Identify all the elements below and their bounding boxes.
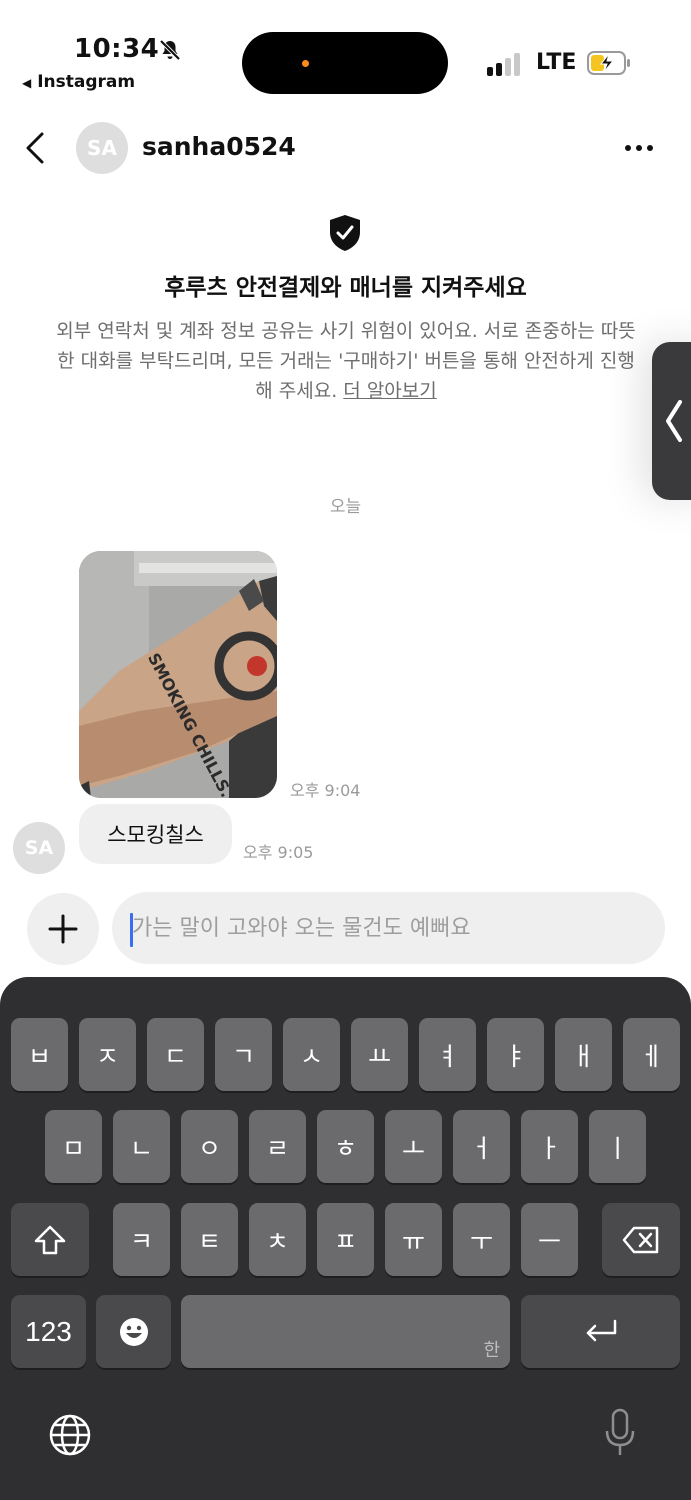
text-cursor (130, 913, 133, 947)
status-time: 10:34 (74, 34, 160, 64)
keyboard: ㅂ ㅈ ㄷ ㄱ ㅅ ㅛ ㅕ ㅑ ㅐ ㅔ ㅁ ㄴ ㅇ ㄹ ㅎ ㅗ ㅓ ㅏ ㅣ ㅋ … (0, 977, 691, 1500)
back-button[interactable] (20, 130, 50, 166)
key[interactable]: ㅐ (555, 1018, 612, 1091)
chevron-left-icon (666, 400, 682, 442)
date-divider: 오늘 (329, 497, 362, 517)
emoji-icon (119, 1317, 148, 1346)
space-key[interactable]: 한 (181, 1295, 510, 1368)
shield-check-icon (330, 215, 360, 251)
return-icon (586, 1319, 616, 1341)
dynamic-island (242, 32, 448, 94)
message-bubble[interactable]: 스모킹칠스 (79, 804, 232, 864)
shift-icon (34, 1225, 66, 1254)
key[interactable]: ㅡ (521, 1203, 578, 1276)
battery-charging-icon (587, 51, 630, 75)
side-panel-handle[interactable] (652, 342, 691, 500)
message-timestamp: 오후 9:04 (290, 781, 361, 800)
learn-more-link[interactable]: 더 알아보기 (343, 380, 436, 402)
key[interactable]: ㄱ (215, 1018, 272, 1091)
key[interactable]: ㅓ (453, 1110, 510, 1183)
delete-key[interactable] (602, 1203, 680, 1276)
back-to-app-link[interactable]: ◀ Instagram (22, 72, 135, 92)
safety-notice-body: 외부 연락처 및 계좌 정보 공유는 사기 위험이 있어요. 서로 존중하는 따… (56, 316, 636, 406)
key[interactable]: ㅇ (181, 1110, 238, 1183)
key[interactable]: ㅈ (79, 1018, 136, 1091)
key[interactable]: ㄷ (147, 1018, 204, 1091)
signal-strength-icon (487, 52, 525, 76)
language-indicator: 한 (483, 1340, 500, 1361)
key[interactable]: ㅌ (181, 1203, 238, 1276)
backspace-icon (622, 1226, 659, 1253)
key[interactable]: ㅔ (623, 1018, 680, 1091)
microphone-icon[interactable] (602, 1407, 638, 1459)
safety-notice-title: 후루츠 안전결제와 매너를 지켜주세요 (164, 275, 527, 301)
key[interactable]: ㅣ (589, 1110, 646, 1183)
key[interactable]: ㅛ (351, 1018, 408, 1091)
message-timestamp: 오후 9:05 (243, 843, 314, 862)
emoji-key[interactable] (96, 1295, 171, 1368)
key[interactable]: ㅎ (317, 1110, 374, 1183)
key[interactable]: ㅗ (385, 1110, 442, 1183)
shift-key[interactable] (11, 1203, 89, 1276)
key[interactable]: ㅋ (113, 1203, 170, 1276)
key[interactable]: ㅅ (283, 1018, 340, 1091)
privacy-indicator-dot (302, 60, 309, 67)
bell-muted-icon (159, 39, 181, 61)
key[interactable]: ㄹ (249, 1110, 306, 1183)
more-options-button[interactable] (625, 138, 665, 158)
key[interactable]: ㅕ (419, 1018, 476, 1091)
key[interactable]: ㅁ (45, 1110, 102, 1183)
key[interactable]: ㄴ (113, 1110, 170, 1183)
network-type: LTE (536, 50, 577, 75)
message-image[interactable]: SMOKING CHILLS. (79, 551, 277, 798)
key[interactable]: ㅍ (317, 1203, 374, 1276)
globe-icon[interactable] (48, 1413, 92, 1457)
back-triangle-icon: ◀ (22, 76, 32, 90)
sender-avatar[interactable]: SA (13, 822, 65, 874)
key[interactable]: ㅑ (487, 1018, 544, 1091)
attach-button[interactable] (27, 893, 99, 965)
key[interactable]: ㅏ (521, 1110, 578, 1183)
key[interactable]: ㅂ (11, 1018, 68, 1091)
numbers-key[interactable]: 123 (11, 1295, 86, 1368)
key[interactable]: ㅠ (385, 1203, 442, 1276)
message-input[interactable] (112, 892, 665, 964)
key[interactable]: ㅊ (249, 1203, 306, 1276)
key[interactable]: ㅜ (453, 1203, 510, 1276)
return-key[interactable] (521, 1295, 680, 1368)
chat-username[interactable]: sanha0524 (142, 132, 296, 161)
back-app-label: Instagram (37, 72, 136, 92)
avatar[interactable]: SA (76, 122, 128, 174)
plus-icon (48, 914, 78, 944)
